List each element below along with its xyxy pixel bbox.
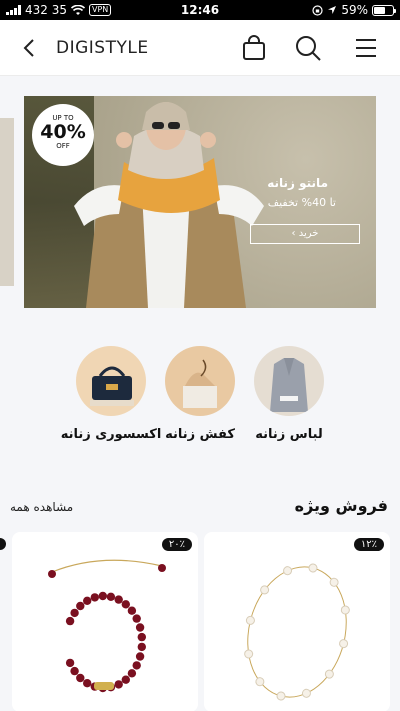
brand-title: DIGISTYLE (56, 38, 149, 58)
app-header: DIGISTYLE (0, 20, 400, 76)
bead (132, 614, 141, 623)
bead (90, 593, 100, 602)
discount-badge: ۱۲٪ (353, 538, 384, 551)
category-label: اکسسوری زنانه (60, 427, 162, 442)
bead (76, 601, 85, 611)
category-womens-accessories[interactable]: اکسسوری زنانه (56, 346, 166, 446)
location-icon (328, 6, 337, 14)
category-image (254, 346, 324, 416)
bead (137, 642, 146, 652)
bead (65, 658, 75, 668)
badge-percent: 40% (40, 121, 86, 143)
pearl (244, 649, 254, 659)
banner-title: مانتو زنانه (267, 176, 328, 190)
pearl (283, 566, 293, 576)
bead (83, 679, 92, 688)
banner-buy-button[interactable]: خرید › (250, 224, 360, 244)
battery-percent: 59% (341, 3, 368, 17)
pearl-bracelet-image (244, 563, 350, 701)
bead (127, 669, 137, 678)
offscreen-product-peek[interactable] (0, 538, 6, 550)
handbag-icon (90, 366, 134, 406)
badge-upto: UP TO (52, 114, 74, 122)
status-right: 59% (312, 3, 396, 17)
product-card-bracelet-red[interactable]: ۲۰٪ (12, 532, 198, 711)
lock-rotation-icon (312, 4, 323, 16)
pearl (260, 585, 270, 595)
coat-icon (270, 358, 308, 412)
pearl (324, 669, 334, 679)
pearl (340, 605, 350, 615)
special-sale-title: فروش ویژه (294, 496, 388, 515)
banner-subtitle: تا 40% تخفیف (267, 196, 336, 209)
discount-badge: ۲۰٪ (161, 538, 192, 551)
menu-icon[interactable] (352, 34, 380, 62)
bead (76, 673, 85, 683)
pearl (301, 688, 311, 698)
pearl (308, 563, 318, 573)
discount-badge: UP TO 40% OFF (32, 104, 94, 166)
category-image (165, 346, 235, 416)
chain (247, 566, 347, 698)
pearl (339, 639, 349, 649)
status-bar: 432 35 VPN 12:46 59% (0, 0, 400, 20)
back-chevron-icon[interactable] (18, 36, 42, 60)
pearl (255, 677, 265, 687)
pearl (329, 577, 339, 587)
promo-banner[interactable]: UP TO 40% OFF مانتو زنانه تا 40% تخفیف خ… (24, 96, 376, 308)
search-icon[interactable] (294, 34, 322, 62)
product-card-pearl-bracelet[interactable]: ۱۲٪ (204, 532, 390, 711)
red-bead-bracelet-image (48, 559, 166, 693)
pearl (245, 615, 255, 625)
shoe-display-icon (183, 359, 217, 408)
bead (70, 666, 79, 676)
bead (121, 600, 130, 609)
view-all-link[interactable]: مشاهده همه (10, 500, 73, 514)
bead (106, 592, 116, 601)
bead (83, 596, 92, 605)
pearl (276, 691, 286, 701)
category-image (76, 346, 146, 416)
bead (127, 606, 137, 615)
bead (70, 608, 79, 618)
badge-off: OFF (56, 142, 70, 150)
bead (114, 595, 123, 604)
bead (132, 661, 141, 670)
shopping-bag-icon[interactable] (240, 34, 268, 62)
category-list: لباس زنانه کفش زنانه اکسسوری زنانه (0, 346, 400, 466)
bead (121, 675, 130, 684)
battery-icon (372, 4, 396, 16)
bead (137, 632, 146, 642)
previous-banner-peek[interactable] (0, 118, 14, 286)
bead (135, 623, 145, 632)
bead (65, 616, 75, 626)
bead (114, 680, 123, 689)
bead (135, 652, 145, 661)
bead (98, 591, 108, 601)
